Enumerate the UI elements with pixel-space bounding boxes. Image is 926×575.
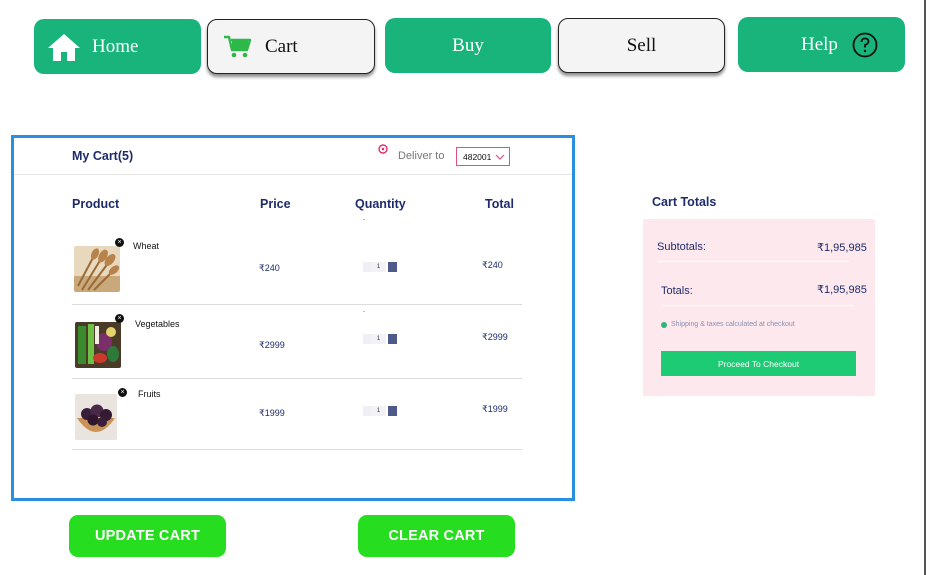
nav-cart-button[interactable]: Cart [207,19,375,74]
quantity-stepper[interactable]: 1 [363,406,397,416]
column-header-price: Price [260,197,291,211]
shipping-note: Shipping & taxes calculated at checkout [671,321,795,328]
product-price: ₹240 [259,263,280,273]
quantity-decrease-button[interactable] [363,262,371,272]
product-name: Vegetables [135,319,180,329]
pincode-select[interactable]: 482001 [456,147,510,166]
cart-title: My Cart(5) [72,149,134,163]
subtotal-label: Subtotals: [657,241,706,253]
total-label: Totals: [661,285,693,297]
quantity-value: 1 [371,262,386,272]
column-header-quantity: Quantity [355,197,406,211]
column-header-total: Total [485,197,514,211]
row-divider [72,378,522,379]
subtotal-value: ₹1,95,985 [817,242,867,254]
nav-help-label: Help [801,33,838,55]
chevron-down-icon [495,154,505,160]
clear-cart-button[interactable]: CLEAR CART [358,515,515,557]
nav-buy-button[interactable]: Buy [385,18,551,73]
decorative-dot [363,219,365,220]
cart-totals-box: Subtotals: ₹1,95,985 Totals: ₹1,95,985 S… [643,219,875,396]
nav-home-button[interactable]: Home [34,19,201,74]
decorative-dot [363,311,365,312]
product-total: ₹240 [482,260,503,270]
quantity-decrease-button[interactable] [363,334,371,344]
quantity-value: 1 [371,406,386,416]
question-circle-icon [852,32,878,58]
nav-home-label: Home [92,35,139,57]
product-price: ₹2999 [259,340,285,350]
subtotal-divider [657,261,849,262]
quantity-increase-button[interactable] [388,262,397,272]
quantity-value: 1 [371,334,386,344]
product-price: ₹1999 [259,408,285,418]
remove-x-icon[interactable]: × [115,238,124,247]
shopping-cart-icon [223,35,253,59]
nav-buy-label: Buy [452,34,484,56]
nav-sell-button[interactable]: Sell [558,18,725,73]
quantity-stepper[interactable]: 1 [363,334,397,344]
cart-panel: My Cart(5) Deliver to 482001 Product Pri… [11,135,575,501]
quantity-increase-button[interactable] [388,406,397,416]
location-pin-icon [378,144,388,154]
pincode-value: 482001 [463,151,492,162]
product-total: ₹2999 [482,332,508,342]
total-value: ₹1,95,985 [817,284,867,296]
wheat-photo [74,246,120,292]
proceed-to-checkout-button[interactable]: Proceed To Checkout [661,351,856,376]
row-divider [72,449,522,450]
header-divider [14,174,572,175]
vegetables-photo [75,322,121,368]
status-dot-icon [661,322,667,328]
column-header-product: Product [72,197,120,211]
product-name: Wheat [133,241,160,251]
nav-cart-label: Cart [265,35,298,57]
remove-x-icon[interactable]: × [118,388,127,397]
nav-sell-label: Sell [626,34,657,56]
total-divider [661,305,853,306]
quantity-stepper[interactable]: 1 [363,262,397,272]
row-divider [72,304,522,305]
product-name: Fruits [138,389,161,399]
home-icon [46,32,82,62]
cart-totals-title: Cart Totals [652,195,717,209]
product-total: ₹1999 [482,404,508,414]
nav-help-button[interactable]: Help [738,17,905,72]
remove-x-icon[interactable]: × [115,314,124,323]
quantity-decrease-button[interactable] [363,406,371,416]
deliver-to-label: Deliver to [398,150,445,162]
quantity-increase-button[interactable] [388,334,397,344]
fruits-photo [75,394,117,440]
update-cart-button[interactable]: UPDATE CART [69,515,226,557]
